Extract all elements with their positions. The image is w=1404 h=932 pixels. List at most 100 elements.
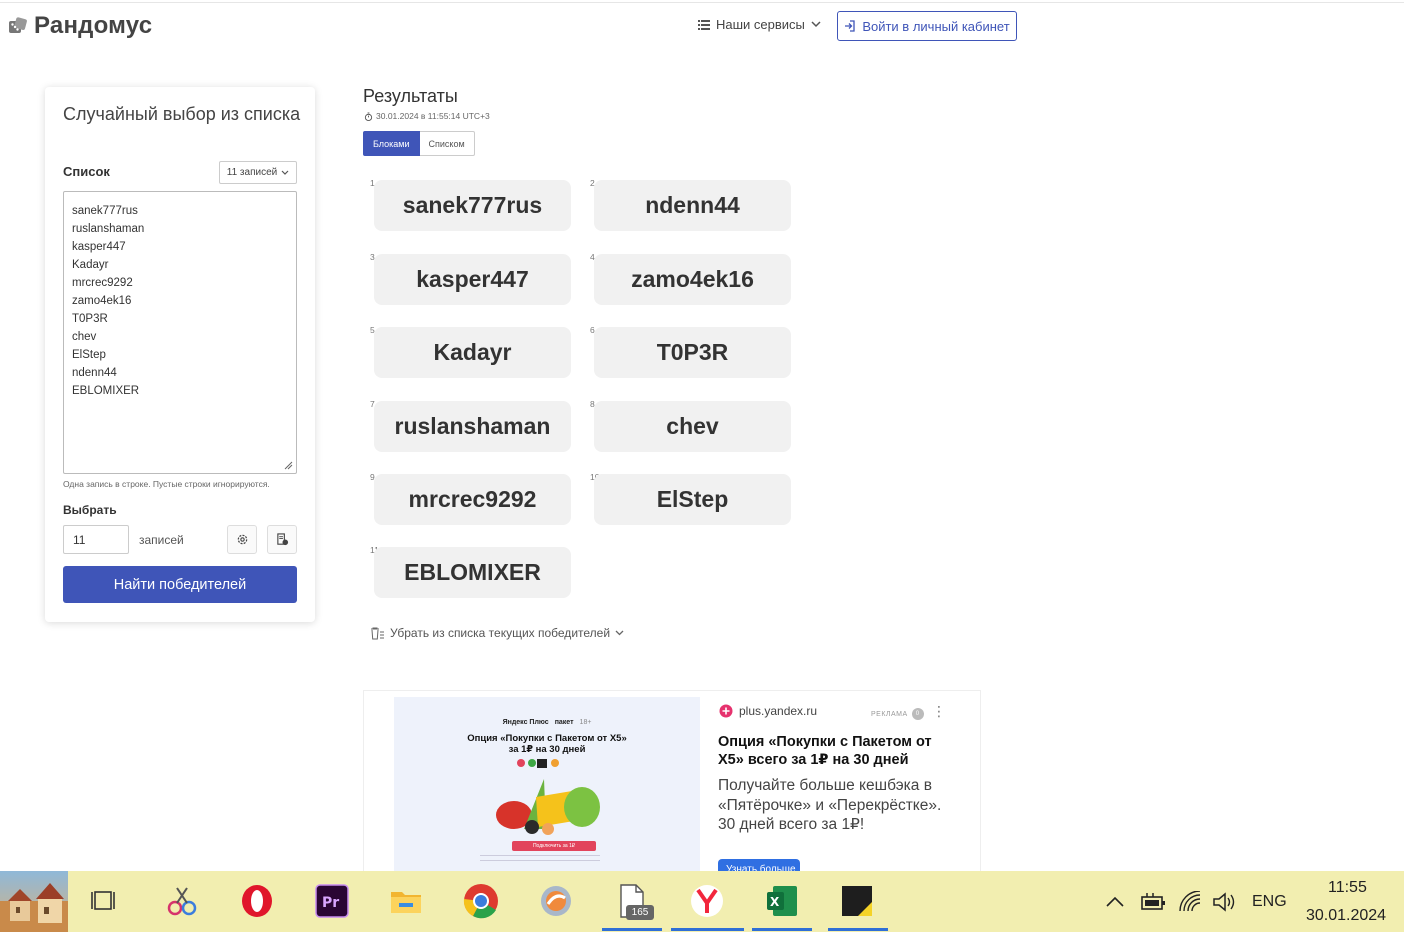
services-menu[interactable]: Наши сервисы [698, 17, 821, 32]
start-button[interactable] [0, 871, 68, 932]
winner-block: ruslanshaman [374, 401, 571, 452]
winners-count-input[interactable]: 11 [63, 525, 129, 554]
entry-line: mrcrec9292 [72, 277, 133, 289]
login-button[interactable]: Войти в личный кабинет [837, 11, 1017, 41]
entries-count-dropdown[interactable]: 11 записей [219, 161, 297, 184]
battery-icon[interactable] [1136, 885, 1170, 919]
sticky-notes-icon[interactable] [839, 883, 875, 919]
file-options-button[interactable] [267, 525, 297, 554]
settings-button[interactable] [227, 525, 257, 554]
resize-handle-icon[interactable] [283, 460, 293, 470]
volume-icon[interactable] [1207, 885, 1241, 919]
entry-line: kasper447 [72, 241, 126, 253]
results-title: Результаты [363, 86, 458, 106]
site-logo[interactable]: Рандомус [8, 12, 152, 40]
remove-winners-toggle[interactable]: Убрать из списка текущих победителей [370, 626, 624, 640]
entry-line: ruslanshaman [72, 223, 145, 235]
active-app-indicator [671, 928, 744, 931]
entry-line: ndenn44 [72, 367, 117, 379]
ad-domain-text: plus.yandex.ru [739, 704, 818, 718]
ad-age-badge: 0 [911, 708, 924, 720]
tab-blocks[interactable]: Блоками [363, 131, 420, 156]
winner-block: T0P3R [594, 327, 791, 378]
entry-line: T0P3R [72, 313, 108, 325]
ad-image-subtitle: за 1₽ на 30 дней [508, 744, 586, 755]
textarea-hint: Одна запись в строке. Пустые строки игно… [63, 479, 270, 489]
ad-domain[interactable]: plus.yandex.ru [719, 704, 817, 718]
task-view-icon[interactable] [87, 883, 123, 919]
chrome-browser-icon[interactable] [463, 883, 499, 919]
ad-brand-row: Яндекс Плюс пакет 18+ [394, 719, 700, 726]
yandex-plus-icon [719, 704, 733, 718]
remove-winners-label: Убрать из списка текущих победителей [390, 626, 611, 640]
form-title: Случайный выбор из списка [63, 104, 301, 124]
ad-age-mark: 18+ [579, 719, 592, 726]
winner-block: zamo4ek16 [594, 254, 791, 305]
chevron-down-icon [281, 170, 289, 175]
top-border [0, 0, 1404, 3]
svg-text:Pr: Pr [322, 895, 339, 911]
ad-more-options-icon[interactable]: ⋮ [932, 703, 946, 720]
ad-fine-print [480, 855, 600, 861]
active-app-indicator [602, 928, 662, 931]
file-check-icon [276, 533, 288, 546]
clock-date[interactable]: 30.01.2024 [1306, 907, 1386, 925]
select-label: Выбрать [63, 503, 117, 517]
stopwatch-icon [364, 111, 373, 121]
entry-line: chev [72, 331, 97, 343]
premiere-pro-icon[interactable]: Pr [314, 883, 350, 919]
file-explorer-icon[interactable] [388, 883, 424, 919]
advertisement[interactable]: Яндекс Плюс пакет 18+ Опция «Покупки с П… [363, 690, 981, 872]
winner-block: EBLOMIXER [374, 547, 571, 598]
document-count-badge: 165 [626, 905, 654, 920]
chevron-up-icon[interactable] [1098, 885, 1132, 919]
list-icon [698, 19, 710, 30]
winner-block: mrcrec9292 [374, 474, 571, 525]
town-picture-icon [0, 883, 68, 932]
chevron-down-icon [811, 21, 821, 28]
yandex-browser-icon[interactable] [689, 883, 725, 919]
services-label: Наши сервисы [716, 17, 805, 32]
wifi-icon[interactable] [1173, 885, 1207, 919]
results-timestamp: 30.01.2024 в 11:55:14 UTC+3 [364, 111, 490, 121]
ad-label: РЕКЛАМА 0 [871, 708, 924, 720]
random-pick-form: Случайный выбор из списка Список 11 запи… [45, 87, 315, 622]
opera-browser-icon[interactable] [239, 883, 275, 919]
excel-icon[interactable]: X [764, 883, 800, 919]
snipping-tool-icon[interactable] [164, 883, 200, 919]
login-label: Войти в личный кабинет [862, 18, 1010, 34]
ad-title[interactable]: Опция «Покупки с Пакетом от Х5» всего за… [718, 733, 948, 769]
entries-count-value: 11 записей [226, 167, 278, 178]
windows-taskbar: Pr 165 X ENG 11:55 30.01.2024 [0, 871, 1404, 932]
timestamp-text: 30.01.2024 в 11:55:14 UTC+3 [376, 111, 490, 121]
entries-textarea[interactable]: sanek777rus ruslanshaman kasper447 Kaday… [63, 191, 297, 474]
entry-line: Kadayr [72, 259, 109, 271]
find-winners-button[interactable]: Найти победителей [63, 566, 297, 603]
ad-text: Получайте больше кешбэка в «Пятёрочке» и… [718, 777, 942, 833]
trash-list-icon [371, 627, 384, 639]
ad-image-title: Опция «Покупки с Пакетом от Х5» [467, 733, 627, 744]
winner-block: sanek777rus [374, 180, 571, 231]
keyboard-language[interactable]: ENG [1252, 893, 1287, 911]
winner-block: Kadayr [374, 327, 571, 378]
winner-block: chev [594, 401, 791, 452]
chevron-down-icon [615, 630, 624, 636]
app-circle-icon[interactable] [538, 883, 574, 919]
clock-time[interactable]: 11:55 [1328, 879, 1367, 897]
entry-line: ElStep [72, 349, 106, 361]
ad-brand-left: Яндекс Плюс [502, 719, 549, 726]
entry-line: zamo4ek16 [72, 295, 132, 307]
records-label: записей [139, 533, 184, 547]
ad-label-text: РЕКЛАМА [871, 710, 908, 718]
groceries-illustration-icon [496, 759, 600, 835]
tab-list[interactable]: Списком [419, 131, 475, 156]
entry-line: EBLOMIXER [72, 385, 140, 397]
ad-image[interactable]: Яндекс Плюс пакет 18+ Опция «Покупки с П… [394, 697, 700, 871]
gear-icon [237, 534, 247, 545]
dice-icon [9, 17, 27, 33]
winner-block: kasper447 [374, 254, 571, 305]
logo-text: Рандомус [34, 12, 153, 39]
ad-image-cta: Подключить за 1₽ [512, 841, 596, 851]
list-label: Список [63, 164, 110, 179]
svg-text:X: X [770, 895, 780, 909]
